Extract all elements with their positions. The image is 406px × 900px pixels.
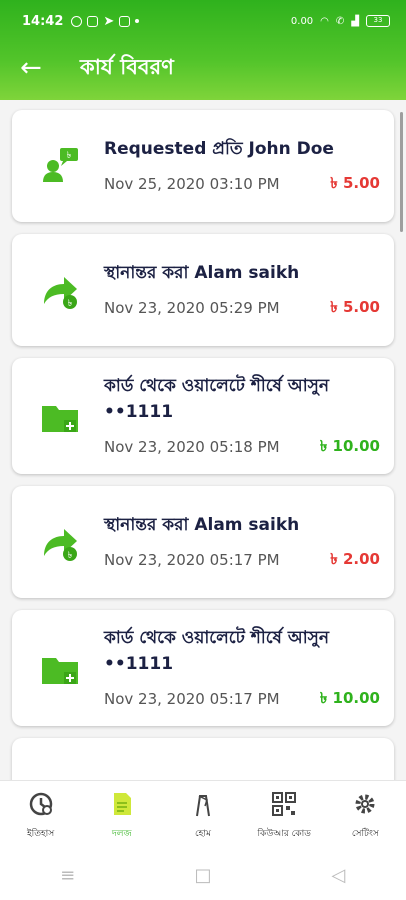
add-to-wallet-icon [40,648,80,688]
transaction-meta: Nov 23, 2020 05:17 PM ৳ 2.00 [104,548,380,573]
scrollbar[interactable] [400,112,403,232]
wifi-icon: ◠ [320,15,329,27]
nav-item-history[interactable]: ইতিহাস [1,790,81,841]
transaction-date: Nov 23, 2020 05:17 PM [104,690,280,708]
transaction-date: Nov 23, 2020 05:17 PM [104,551,280,569]
data-speed: 0.00 [290,15,314,27]
transaction-body: স্থানান্তর করা Alam saikh Nov 23, 2020 05… [104,260,380,321]
svg-text:৳: ৳ [68,299,73,309]
transaction-date: Nov 23, 2020 05:18 PM [104,438,280,456]
transaction-title: স্থানান্তর করা Alam saikh [104,262,300,283]
home-icon [189,790,217,822]
transfer-icon: ৳ [40,522,80,562]
transaction-date: Nov 23, 2020 05:29 PM [104,299,280,317]
nav-item-document[interactable]: দলজ [82,790,162,841]
transaction-meta: Nov 23, 2020 05:29 PM ৳ 5.00 [104,296,380,321]
app-icon [119,15,131,27]
nav-item-home[interactable]: হোম [163,790,243,841]
page-title: কার্য বিবরণ [80,54,174,79]
nav-item-settings[interactable]: সেটিংস [325,790,405,841]
system-nav-bar: ≡ □ ◁ [0,850,406,900]
transaction-amount: ৳ 5.00 [330,173,380,192]
transaction-amount: ৳ 10.00 [319,688,380,707]
transaction-title: কার্ড থেকে ওয়ালেটে শীর্ষে আসুন ••1111 [104,375,330,422]
nav-label: ইতিহাস [26,829,55,839]
more-notifications-icon [135,19,140,23]
qr-code-icon [270,790,298,822]
app-bar: ← কার্য বিবরণ [0,42,406,94]
svg-text:৳: ৳ [67,151,72,161]
nav-label: কিউআর কোড [257,829,311,839]
home-button[interactable]: □ [163,865,243,886]
transaction-card[interactable]: ৳ স্থানান্তর করা Alam saikh Nov 23, 2020 0… [12,486,394,598]
transaction-body: কার্ড থেকে ওয়ালেটে শীর্ষে আসুন ••1111 No… [104,625,380,712]
system-status-icons: 0.00 ◠ ✆ ▟ 33 [291,15,390,27]
battery-icon: 33 [366,15,390,27]
transaction-card[interactable]: ৳ Requested প্রতি John Doe Nov 25, 2020 03… [12,110,394,222]
nav-label: সেটিংস [351,829,379,839]
document-icon [108,790,136,822]
transaction-amount: ৳ 5.00 [330,297,380,316]
arrow-left-icon[interactable]: ← [20,53,60,83]
transaction-card[interactable]: কার্ড থেকে ওয়ালেটে শীর্ষে আসুন ••1111 No… [12,358,394,474]
svg-text:৳: ৳ [68,551,73,561]
transaction-card[interactable]: কার্ড থেকে ওয়ালেটে শীর্ষে আসুন ••1111 No… [12,610,394,726]
transfer-icon: ৳ [40,270,80,310]
status-time: 14:42 [22,13,64,29]
status-bar: 14:42 ➤ 0.00 ◠ ✆ ▟ 33 [0,0,406,42]
transaction-body: স্থানান্তর করা Alam saikh Nov 23, 2020 05… [104,512,380,573]
whatsapp-icon [71,15,83,27]
transaction-meta: Nov 23, 2020 05:18 PM ৳ 10.00 [104,435,380,460]
transaction-amount: ৳ 10.00 [319,436,380,455]
call-icon: ✆ [335,15,345,27]
transaction-card[interactable]: ৳ স্থানান্তর করা Alam saikh Nov 23, 2020 0… [12,234,394,346]
transaction-list[interactable]: ৳ Requested প্রতি John Doe Nov 25, 2020 03… [0,100,406,780]
transaction-card[interactable]: ৳স্থানান্তর করা Alam saikh [12,738,394,780]
nav-item-qr-code[interactable]: কিউআর কোড [244,790,324,841]
transaction-amount: ৳ 2.00 [330,549,380,568]
nav-label: হোম [194,829,211,839]
recent-apps-button[interactable]: ≡ [28,865,108,886]
settings-icon [351,790,379,822]
transaction-title: কার্ড থেকে ওয়ালেটে শীর্ষে আসুন ••1111 [104,627,330,674]
transaction-meta: Nov 25, 2020 03:10 PM ৳ 5.00 [104,172,380,197]
transaction-body: কার্ড থেকে ওয়ালেটে শীর্ষে আসুন ••1111 No… [104,373,380,460]
header: 14:42 ➤ 0.00 ◠ ✆ ▟ 33 ← কার্য বিবরণ [0,0,406,100]
transaction-title: স্থানান্তর করা Alam saikh [104,514,300,535]
history-icon [27,790,55,822]
message-icon [87,15,99,27]
nav-label: দলজ [112,829,132,839]
back-button[interactable]: ◁ [298,865,378,886]
request-money-icon: ৳ [40,146,80,186]
transaction-title: Requested প্রতি John Doe [104,138,334,159]
telegram-icon: ➤ [103,13,115,29]
notification-icons: ➤ [71,13,140,29]
transaction-date: Nov 25, 2020 03:10 PM [104,175,280,193]
signal-icon: ▟ [351,15,359,27]
transaction-meta: Nov 23, 2020 05:17 PM ৳ 10.00 [104,687,380,712]
add-to-wallet-icon [40,396,80,436]
bottom-nav: ইতিহাস দলজ হোম কিউআর কোড সেটিংস [0,780,406,850]
transaction-body: Requested প্রতি John Doe Nov 25, 2020 03:… [104,136,380,197]
